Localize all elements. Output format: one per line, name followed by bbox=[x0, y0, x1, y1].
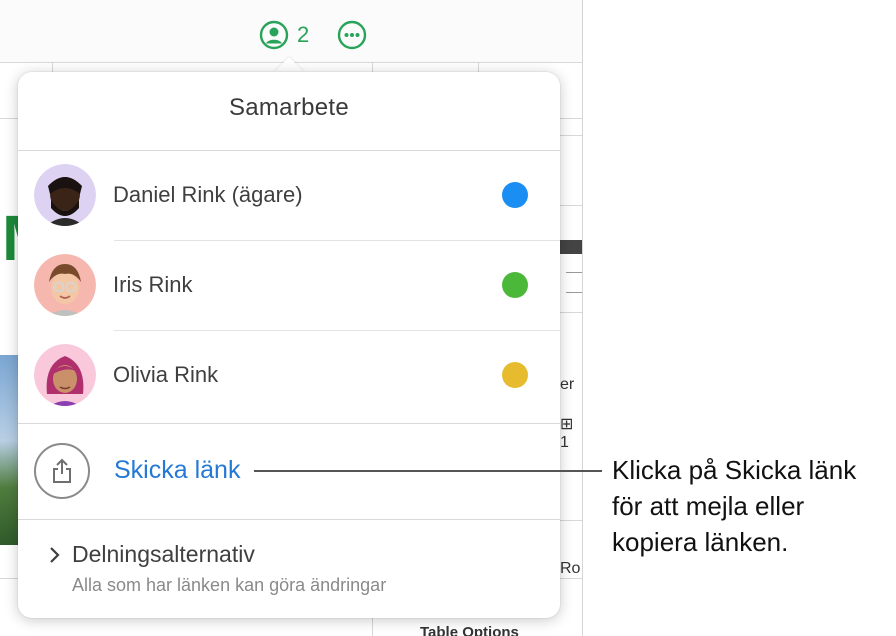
participant-color-dot bbox=[502, 272, 528, 298]
background-photo bbox=[0, 355, 20, 545]
collaborator-icon bbox=[259, 20, 289, 50]
background-text-fragment: ⊞ 1 bbox=[560, 416, 574, 451]
callout-line-text: Klicka på Skicka länk bbox=[612, 455, 857, 485]
avatar bbox=[34, 164, 96, 226]
popover-title: Samarbete bbox=[228, 94, 350, 121]
collaborators-count: 2 bbox=[297, 22, 310, 47]
chevron-right-icon bbox=[50, 547, 60, 563]
callout-text: Klicka på Skicka länk för att mejla elle… bbox=[612, 452, 892, 560]
background-text-fragment: er bbox=[560, 376, 575, 393]
share-icon bbox=[53, 458, 71, 483]
more-button[interactable] bbox=[337, 20, 367, 55]
share-options-title: Delningsalternativ bbox=[72, 541, 255, 567]
collaborate-button[interactable]: 2 bbox=[259, 20, 309, 50]
participant-color-dot bbox=[502, 362, 528, 388]
share-button[interactable] bbox=[34, 443, 90, 499]
callout-line bbox=[254, 470, 602, 472]
participant-name: Iris Rink bbox=[113, 272, 193, 297]
background-text-fragment: Ro bbox=[560, 560, 581, 577]
participant-name: Daniel Rink (ägare) bbox=[113, 182, 303, 207]
share-options-row[interactable]: Delningsalternativ Alla som har länken k… bbox=[18, 519, 560, 618]
table-options-label: Table Options bbox=[420, 624, 519, 636]
participant-row[interactable]: Iris Rink bbox=[18, 240, 560, 330]
collaboration-popover: Samarbete Daniel Rink (ägare) Iris Rink … bbox=[18, 72, 560, 618]
callout-line-text: för att mejla eller bbox=[612, 491, 805, 521]
avatar bbox=[34, 344, 96, 406]
participant-color-dot bbox=[502, 182, 528, 208]
ellipsis-circle-icon bbox=[337, 20, 367, 50]
popover-arrow bbox=[273, 57, 305, 73]
share-options-subtitle: Alla som har länken kan göra ändringar bbox=[72, 575, 387, 595]
participant-name: Olivia Rink bbox=[113, 362, 219, 387]
avatar bbox=[34, 254, 96, 316]
participant-row[interactable]: Daniel Rink (ägare) bbox=[18, 150, 560, 240]
send-link-button[interactable]: Skicka länk bbox=[114, 456, 240, 485]
callout-line-text: kopiera länken. bbox=[612, 527, 789, 557]
participant-row[interactable]: Olivia Rink bbox=[18, 330, 560, 420]
